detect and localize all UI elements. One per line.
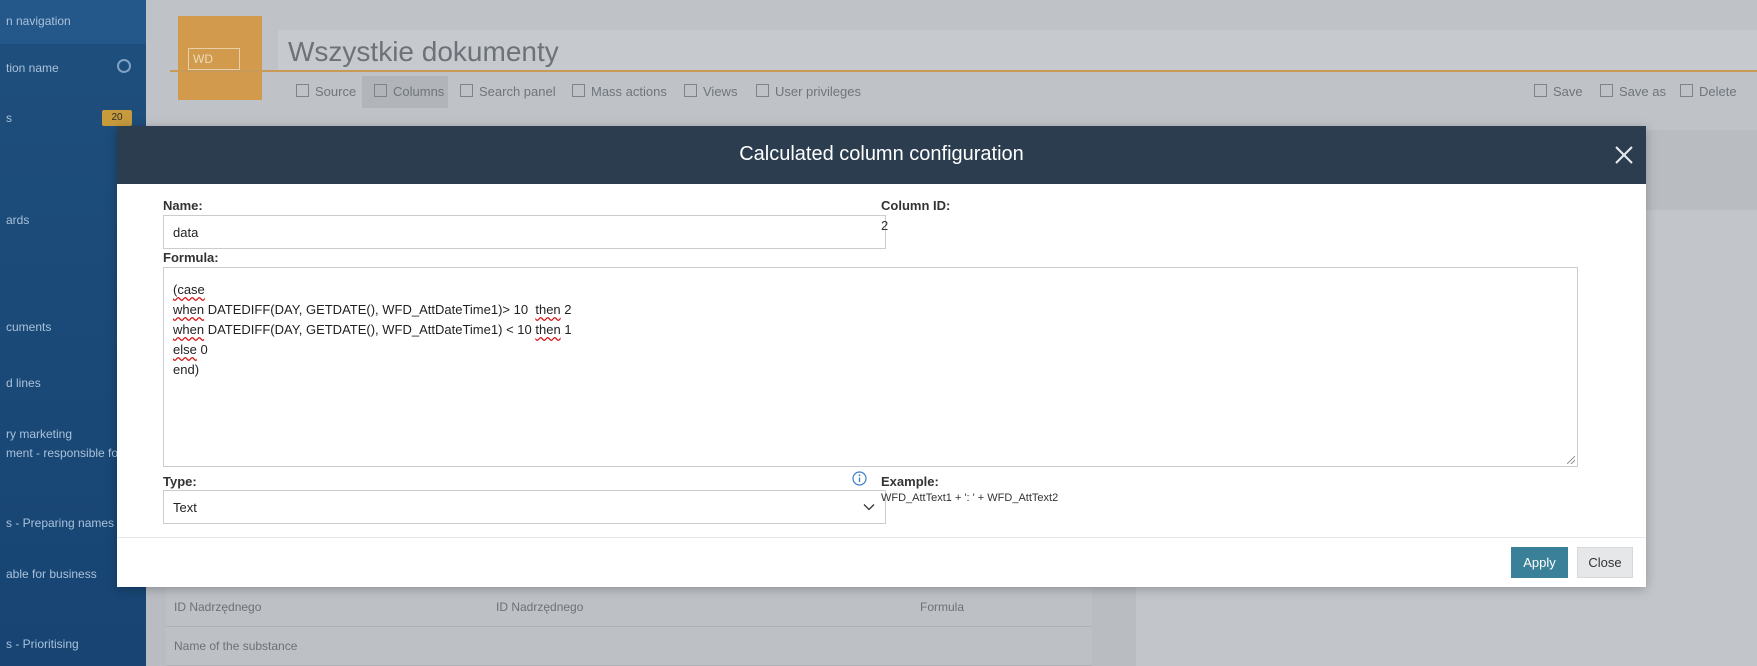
type-select[interactable]: Text bbox=[163, 490, 886, 524]
sidebar-item[interactable]: s - Prioritising bbox=[6, 637, 79, 651]
dialog-footer-divider bbox=[117, 537, 1646, 538]
sidebar-item[interactable]: cuments bbox=[6, 320, 51, 334]
close-icon[interactable] bbox=[1610, 141, 1638, 169]
formula-line: end) bbox=[173, 362, 200, 377]
formula-label: Formula: bbox=[163, 250, 219, 265]
formula-textarea[interactable]: (case when DATEDIFF(DAY, GETDATE(), WFD_… bbox=[163, 267, 1578, 467]
formula-line: when DATEDIFF(DAY, GETDATE(), WFD_AttDat… bbox=[173, 322, 572, 337]
type-label: Type: bbox=[163, 474, 197, 489]
type-select-value: Text bbox=[173, 500, 197, 515]
dialog-header: Calculated column configuration bbox=[117, 126, 1646, 184]
example-value: WFD_AttText1 + ': ' + WFD_AttText2 bbox=[881, 492, 1059, 504]
resize-handle[interactable] bbox=[1567, 456, 1575, 464]
sidebar-item[interactable]: s bbox=[6, 111, 12, 125]
sidebar-item[interactable]: s - Preparing names bbox=[6, 516, 114, 530]
calculated-column-dialog: Calculated column configuration Name: Co… bbox=[117, 126, 1646, 587]
toolbar-save[interactable]: Save bbox=[1534, 84, 1583, 99]
sidebar-item[interactable]: n navigation bbox=[6, 14, 71, 28]
sidebar-badge: 20 bbox=[102, 110, 132, 126]
header-accent-line bbox=[170, 70, 1757, 72]
apply-button[interactable]: Apply bbox=[1511, 547, 1568, 578]
formula-line: else 0 bbox=[173, 342, 208, 357]
toolbar-delete[interactable]: Delete bbox=[1680, 84, 1737, 99]
table-row[interactable]: ID Nadrzędnego ID Nadrzędnego Formula bbox=[166, 588, 1092, 627]
toolbar-user-privileges[interactable]: User privileges bbox=[756, 84, 861, 99]
column-id-value: 2 bbox=[881, 218, 889, 233]
close-button[interactable]: Close bbox=[1577, 547, 1633, 578]
sidebar-item[interactable]: ment - responsible for bbox=[6, 446, 122, 460]
formula-line: when DATEDIFF(DAY, GETDATE(), WFD_AttDat… bbox=[173, 302, 572, 317]
name-input[interactable] bbox=[163, 215, 886, 249]
toolbar-save-as[interactable]: Save as bbox=[1600, 84, 1666, 99]
page-title: Wszystkie dokumenty bbox=[288, 36, 559, 67]
formula-line: (case bbox=[173, 282, 205, 297]
table-row[interactable]: Name of the substance bbox=[166, 627, 1092, 666]
sidebar-item[interactable]: ards bbox=[6, 213, 29, 227]
info-icon[interactable] bbox=[852, 471, 867, 486]
sidebar-item[interactable]: able for business bbox=[6, 567, 97, 581]
logo-label: WD bbox=[188, 48, 240, 70]
settings-icon[interactable] bbox=[117, 59, 131, 73]
page-title-area: Wszystkie dokumenty bbox=[278, 30, 1757, 72]
sidebar-item[interactable]: d lines bbox=[6, 376, 41, 390]
app-logo: WD bbox=[178, 16, 262, 100]
toolbar-source[interactable]: Source bbox=[296, 84, 356, 99]
sidebar-item[interactable]: tion name bbox=[6, 61, 59, 75]
toolbar-columns[interactable]: Columns bbox=[374, 84, 444, 99]
dialog-title: Calculated column configuration bbox=[739, 143, 1024, 165]
column-id-label: Column ID: bbox=[881, 198, 951, 213]
toolbar-views[interactable]: Views bbox=[684, 84, 737, 99]
name-label: Name: bbox=[163, 198, 203, 213]
chevron-down-icon bbox=[863, 504, 875, 511]
example-label: Example: bbox=[881, 474, 939, 489]
toolbar-search-panel[interactable]: Search panel bbox=[460, 84, 556, 99]
sidebar-item[interactable]: ry marketing bbox=[6, 427, 72, 441]
toolbar-mass-actions[interactable]: Mass actions bbox=[572, 84, 667, 99]
